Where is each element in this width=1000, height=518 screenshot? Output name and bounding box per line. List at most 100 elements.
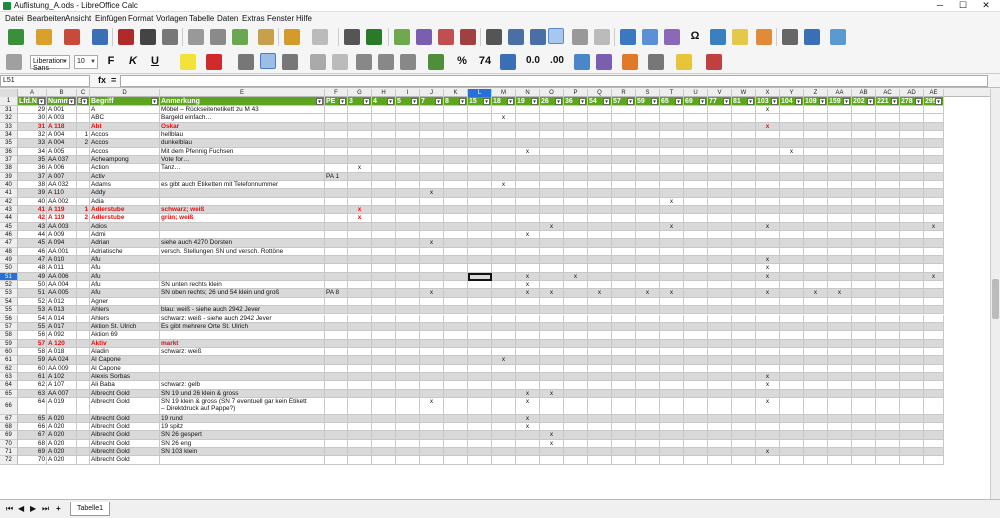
cell-ad[interactable] (900, 139, 924, 148)
cell-z[interactable] (804, 422, 828, 432)
cell-u[interactable] (684, 147, 708, 157)
cell-q[interactable] (588, 256, 612, 265)
cell-e[interactable] (160, 256, 325, 265)
cell-b[interactable]: A 012 (47, 297, 77, 307)
cell-e[interactable]: hellblau (160, 131, 325, 140)
cell-n[interactable] (516, 131, 540, 140)
row-header[interactable]: 61 (0, 356, 18, 365)
header-cell-i[interactable]: 5 ▾ (396, 97, 420, 106)
cell-y[interactable] (780, 439, 804, 448)
cell-y[interactable] (780, 106, 804, 115)
cell-c[interactable]: 2 (77, 214, 90, 223)
cell-m[interactable] (492, 306, 516, 315)
print-preview-icon[interactable] (162, 29, 178, 45)
cell-i[interactable] (396, 364, 420, 373)
cell-j[interactable] (420, 281, 444, 290)
reset-filter-icon[interactable] (594, 29, 610, 45)
cell-r[interactable] (612, 164, 636, 173)
menu-einfuegen[interactable]: Einfügen (95, 14, 127, 23)
cell-r[interactable] (612, 339, 636, 348)
cell-aa[interactable] (828, 197, 852, 207)
cell-h[interactable] (372, 339, 396, 348)
cell-d[interactable]: Adlerstube (90, 214, 160, 223)
cell-z[interactable] (804, 122, 828, 131)
column-header-e[interactable]: E (160, 89, 325, 97)
cell-q[interactable] (588, 156, 612, 165)
cell-n[interactable] (516, 239, 540, 248)
cell-ab[interactable] (852, 272, 876, 282)
cell-aa[interactable] (828, 389, 852, 398)
cell-b[interactable]: A 005 (47, 147, 77, 157)
cell-r[interactable] (612, 122, 636, 131)
align-bottom-icon[interactable] (400, 54, 416, 70)
cell-p[interactable] (564, 189, 588, 198)
cell-p[interactable] (564, 239, 588, 248)
cell-s[interactable] (636, 189, 660, 198)
cell-d[interactable]: Aktion St. Ulrich (90, 322, 160, 332)
cell-ae[interactable] (924, 397, 944, 415)
cell-ac[interactable] (876, 189, 900, 198)
cell-i[interactable] (396, 431, 420, 440)
cell-x[interactable]: x (756, 372, 780, 382)
cell-b[interactable]: AA 001 (47, 247, 77, 257)
standard-filter-icon[interactable] (572, 29, 588, 45)
column-header-ae[interactable]: AE (924, 89, 944, 97)
cell-p[interactable] (564, 231, 588, 240)
cell-e[interactable]: 19 rund (160, 414, 325, 423)
cell-h[interactable] (372, 281, 396, 290)
cell-d[interactable]: Action (90, 164, 160, 173)
cell-b[interactable]: A 009 (47, 231, 77, 240)
cell-z[interactable] (804, 414, 828, 423)
cell-x[interactable] (756, 297, 780, 307)
cell-b[interactable]: A 003 (47, 114, 77, 123)
cell-j[interactable] (420, 256, 444, 265)
autofilter-dropdown-icon[interactable]: ▾ (603, 98, 610, 105)
cell-q[interactable] (588, 222, 612, 232)
cell-ab[interactable] (852, 222, 876, 232)
cell-l[interactable] (468, 239, 492, 248)
cell-j[interactable] (420, 156, 444, 165)
cell-i[interactable] (396, 356, 420, 365)
autofilter-dropdown-icon[interactable]: ▾ (531, 98, 538, 105)
cell-i[interactable] (396, 322, 420, 332)
cell-j[interactable] (420, 422, 444, 432)
cell-ae[interactable] (924, 364, 944, 373)
cell-l[interactable] (468, 339, 492, 348)
cell-x[interactable] (756, 147, 780, 157)
cell-x[interactable] (756, 339, 780, 348)
cell-p[interactable] (564, 314, 588, 323)
cell-t[interactable] (660, 172, 684, 182)
cell-l[interactable] (468, 447, 492, 457)
insert-column-icon[interactable] (416, 29, 432, 45)
cell-m[interactable] (492, 439, 516, 448)
cell-aa[interactable] (828, 264, 852, 273)
cell-i[interactable] (396, 389, 420, 398)
cell-a[interactable]: 35 (18, 156, 47, 165)
cell-t[interactable] (660, 422, 684, 432)
cell-z[interactable] (804, 247, 828, 257)
cell-j[interactable] (420, 172, 444, 182)
cell-w[interactable] (732, 139, 756, 148)
cell-d[interactable]: Accos (90, 131, 160, 140)
cell-v[interactable] (708, 297, 732, 307)
minimize-button[interactable]: ─ (930, 0, 950, 10)
cell-b[interactable]: AA 005 (47, 289, 77, 298)
cell-n[interactable] (516, 447, 540, 457)
header-cell-h[interactable]: 4 ▾ (372, 97, 396, 106)
cell-e[interactable]: Vote for… (160, 156, 325, 165)
cell-h[interactable] (372, 264, 396, 273)
cell-aa[interactable] (828, 189, 852, 198)
column-header-p[interactable]: P (564, 89, 588, 97)
cell-a[interactable]: 53 (18, 306, 47, 315)
cell-q[interactable] (588, 281, 612, 290)
cell-a[interactable]: 38 (18, 181, 47, 190)
cell-s[interactable] (636, 272, 660, 282)
cell-p[interactable] (564, 456, 588, 465)
cell-m[interactable] (492, 231, 516, 240)
row-header[interactable]: 62 (0, 364, 18, 373)
cell-c[interactable] (77, 422, 90, 432)
cell-e[interactable]: blau: weiß - siehe auch 2942 Jever (160, 306, 325, 315)
cell-c[interactable] (77, 314, 90, 323)
cell-w[interactable] (732, 356, 756, 365)
cell-x[interactable] (756, 114, 780, 123)
